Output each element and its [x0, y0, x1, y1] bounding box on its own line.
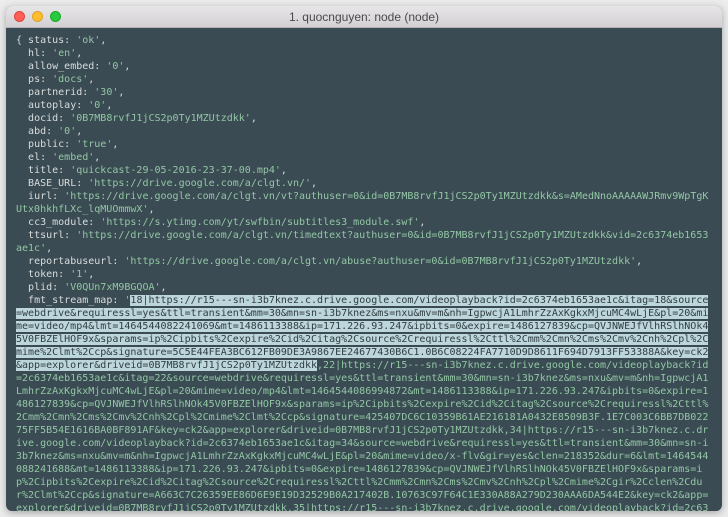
window-title: 1. quocnguyen: node (node) [6, 10, 722, 24]
minimize-icon[interactable] [32, 11, 43, 22]
terminal-output[interactable]: { status: 'ok', hl: 'en', allow_embed: '… [6, 28, 722, 511]
titlebar[interactable]: 1. quocnguyen: node (node) [6, 6, 722, 28]
close-icon[interactable] [14, 11, 25, 22]
terminal-window: 1. quocnguyen: node (node) { status: 'ok… [6, 6, 722, 511]
traffic-lights [14, 11, 61, 22]
zoom-icon[interactable] [50, 11, 61, 22]
